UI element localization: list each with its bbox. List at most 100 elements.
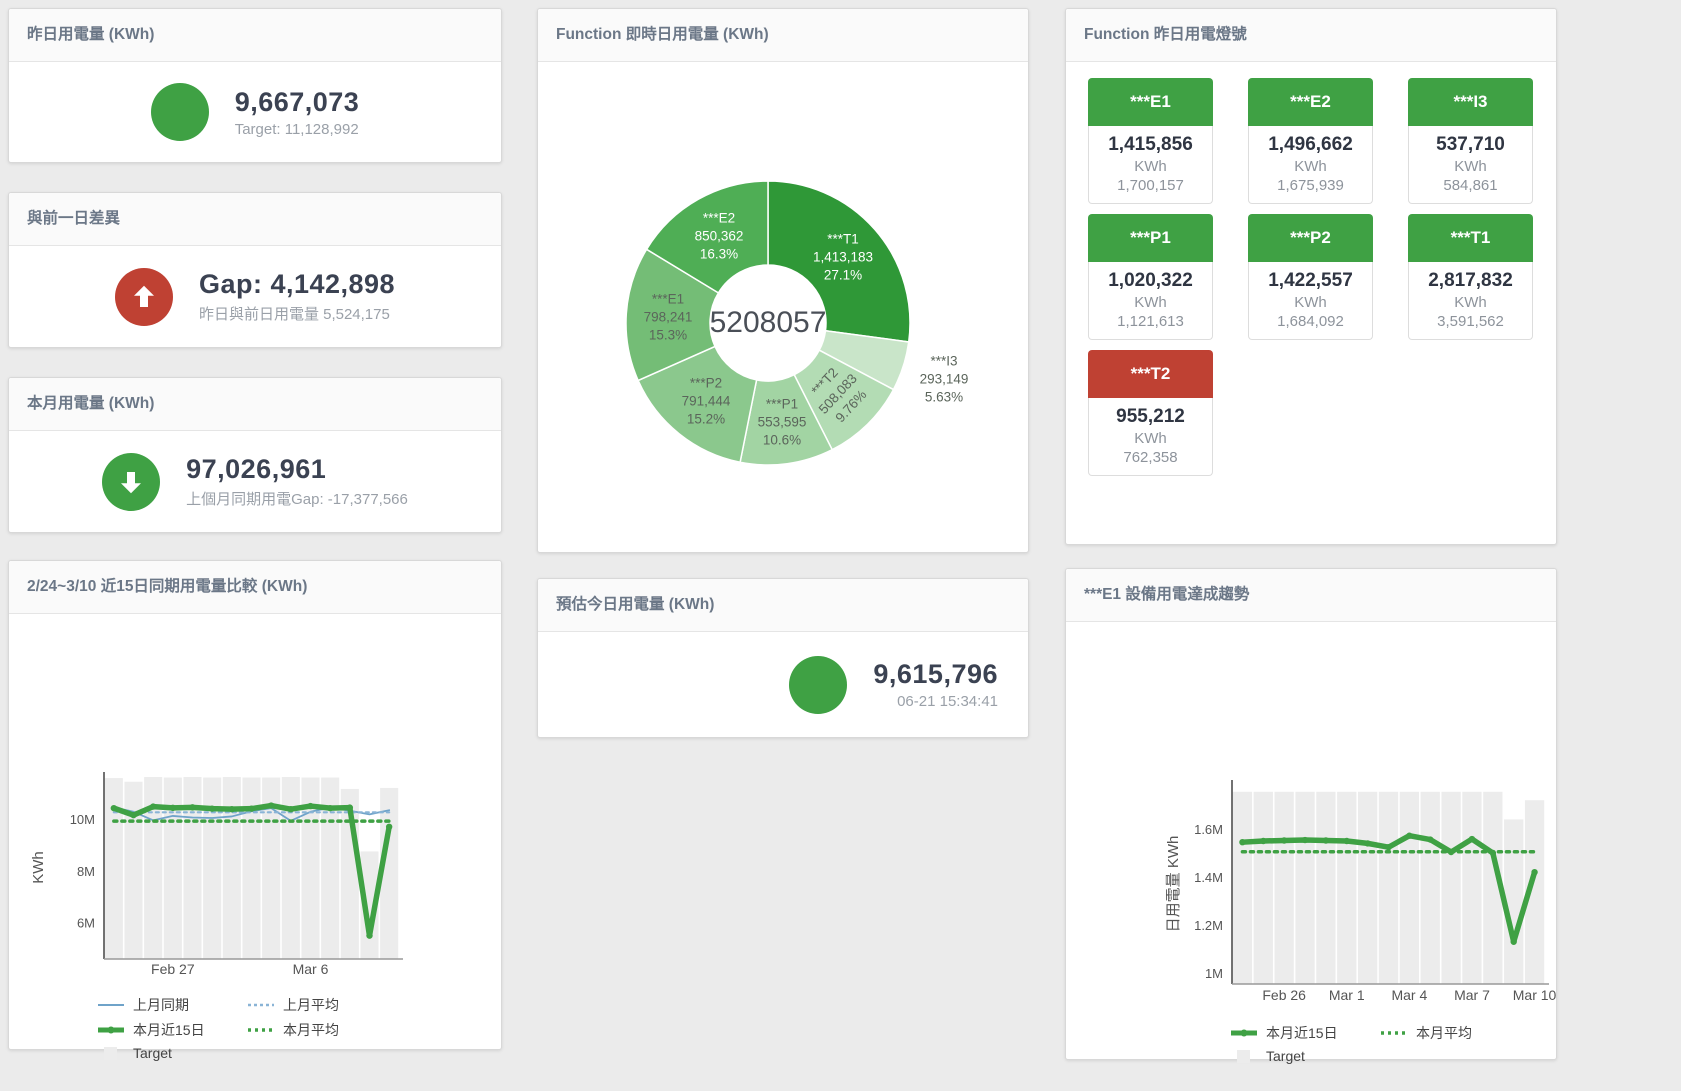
- panel-yesterday-usage: 昨日用電量 (KWh) 9,667,073 Target: 11,128,992: [8, 8, 502, 163]
- legend-item-dotted[interactable]: 本月平均: [247, 1020, 397, 1040]
- data-point[interactable]: [130, 812, 136, 818]
- stat-subtitle: 上個月同期用電Gap: -17,377,566: [186, 488, 408, 509]
- data-point[interactable]: [1427, 836, 1433, 842]
- donut-center-total: 5208057: [710, 306, 827, 340]
- data-point[interactable]: [1302, 837, 1308, 843]
- target-bar: [1400, 792, 1419, 984]
- donut-slice-label: ***I3293,1495.63%: [920, 352, 969, 405]
- realtime-donut-chart[interactable]: ***T11,413,18327.1%***I3293,1495.63%***T…: [538, 62, 1028, 532]
- data-point[interactable]: [366, 932, 372, 938]
- legend-item-thick[interactable]: 本月近15日: [1230, 1023, 1380, 1043]
- legend-label: Target: [133, 1045, 172, 1061]
- data-point[interactable]: [347, 804, 353, 810]
- data-point[interactable]: [1344, 838, 1350, 844]
- data-point[interactable]: [150, 803, 156, 809]
- panel-gap-previous-day: 與前一日差異 Gap: 4,142,898 昨日與前日用電量 5,524,175: [8, 192, 502, 348]
- donut-slice-label: ***E1798,24115.3%: [644, 290, 693, 343]
- legend-label: 上月同期: [133, 995, 189, 1015]
- panel-title: Function 昨日用電燈號: [1066, 9, 1556, 62]
- panel-title: 與前一日差異: [9, 193, 501, 246]
- legend-marker-solid: [97, 998, 125, 1012]
- legend-marker-square: [97, 1046, 125, 1060]
- tile-target: 762,358: [1091, 449, 1210, 466]
- tile-body: 1,020,322KWh1,121,613: [1088, 262, 1213, 340]
- target-bar: [1358, 792, 1377, 984]
- data-point[interactable]: [307, 803, 313, 809]
- data-point[interactable]: [1511, 939, 1517, 945]
- data-point[interactable]: [209, 805, 215, 811]
- tile-body: 2,817,832KWh3,591,562: [1408, 262, 1533, 340]
- light-tile-T2: ***T2955,212KWh762,358: [1088, 350, 1213, 476]
- legend-marker-thick: [1230, 1026, 1258, 1040]
- panel-title-text: 昨日用電量 (KWh): [27, 26, 154, 43]
- compare-line-chart[interactable]: 6M8M10MFeb 27Mar 6KWh 上月同期 上月平均本月近15日 本月平均 T…: [9, 614, 501, 1066]
- compare-chart-svg: 6M8M10MFeb 27Mar 6KWh: [9, 614, 501, 986]
- panel-title: Function 即時日用電量 (KWh): [538, 9, 1028, 62]
- arrow-down-icon: [116, 467, 146, 497]
- panel-title-text: 與前一日差異: [27, 210, 120, 227]
- target-bar: [1275, 792, 1294, 984]
- data-point[interactable]: [288, 806, 294, 812]
- tile-status-header: ***T1: [1408, 214, 1533, 262]
- legend-item-square[interactable]: Target: [1230, 1048, 1380, 1064]
- data-point[interactable]: [1406, 833, 1412, 839]
- x-tick-label: Feb 27: [151, 961, 195, 977]
- data-point[interactable]: [229, 806, 235, 812]
- tile-value: 955,212: [1091, 406, 1210, 428]
- dashboard: 昨日用電量 (KWh) 9,667,073 Target: 11,128,992…: [8, 8, 1557, 1060]
- data-point[interactable]: [1531, 869, 1537, 875]
- tile-value: 1,415,856: [1091, 134, 1210, 156]
- column-middle: Function 即時日用電量 (KWh) ***T11,413,18327.1…: [537, 8, 1029, 738]
- donut-slice-label: ***P2791,44415.2%: [682, 374, 731, 427]
- legend-item-square[interactable]: Target: [97, 1045, 247, 1061]
- tile-target: 1,700,157: [1091, 177, 1210, 194]
- x-tick-label: Feb 26: [1262, 987, 1306, 1003]
- tile-status-header: ***T2: [1088, 350, 1213, 398]
- target-bar: [1337, 792, 1356, 984]
- e1-trend-line-chart[interactable]: 1M1.2M1.4M1.6MFeb 26Mar 1Mar 4Mar 7Mar 1…: [1066, 622, 1556, 1069]
- tile-target: 1,121,613: [1091, 313, 1210, 330]
- arrow-up-icon: [129, 282, 159, 312]
- chart-legend: 上月同期 上月平均本月近15日 本月平均 Target: [97, 995, 427, 1066]
- tile-unit: KWh: [1251, 158, 1370, 175]
- data-point[interactable]: [189, 804, 195, 810]
- target-bar: [1316, 792, 1335, 984]
- data-point[interactable]: [111, 805, 117, 811]
- y-tick-label: 1.2M: [1194, 918, 1223, 933]
- legend-marker-dashed: [247, 998, 275, 1012]
- panel-title-text: 預估今日用電量 (KWh): [556, 596, 714, 613]
- panel-title: 預估今日用電量 (KWh): [538, 579, 1028, 632]
- x-tick-label: Mar 7: [1454, 987, 1490, 1003]
- stat-content: Gap: 4,142,898 昨日與前日用電量 5,524,175: [9, 246, 501, 347]
- panel-title: 2/24~3/10 近15日同期用電量比較 (KWh): [9, 561, 501, 614]
- tile-status-header: ***I3: [1408, 78, 1533, 126]
- data-point[interactable]: [1239, 839, 1245, 845]
- light-tile-E1: ***E11,415,856KWh1,700,157: [1088, 78, 1213, 204]
- target-bar: [1462, 792, 1481, 984]
- tile-value: 2,817,832: [1411, 270, 1530, 292]
- legend-item-dashed[interactable]: 上月平均: [247, 995, 397, 1015]
- legend-item-thick[interactable]: 本月近15日: [97, 1020, 247, 1040]
- legend-item-dotted[interactable]: 本月平均: [1380, 1023, 1530, 1043]
- y-tick-label: 1.6M: [1194, 822, 1223, 837]
- legend-item-solid[interactable]: 上月同期: [97, 995, 247, 1015]
- legend-label: 本月近15日: [133, 1020, 205, 1040]
- data-point[interactable]: [1385, 844, 1391, 850]
- arrow-up-circle-icon: [115, 268, 173, 326]
- donut-slice-label: ***T11,413,18327.1%: [813, 230, 873, 283]
- data-point[interactable]: [1364, 840, 1370, 846]
- data-point[interactable]: [327, 805, 333, 811]
- target-bar: [1233, 792, 1252, 984]
- data-point[interactable]: [1260, 838, 1266, 844]
- data-point[interactable]: [386, 824, 392, 830]
- y-axis-title: 日用電量 KWh: [1165, 836, 1182, 933]
- data-point[interactable]: [268, 802, 274, 808]
- tile-status-header: ***P2: [1248, 214, 1373, 262]
- panel-title: 本月用電量 (KWh): [9, 378, 501, 431]
- data-point[interactable]: [170, 805, 176, 811]
- data-point[interactable]: [248, 805, 254, 811]
- donut-slice-label: ***P1553,59510.6%: [758, 395, 807, 448]
- data-point[interactable]: [1323, 837, 1329, 843]
- data-point[interactable]: [1469, 836, 1475, 842]
- data-point[interactable]: [1281, 837, 1287, 843]
